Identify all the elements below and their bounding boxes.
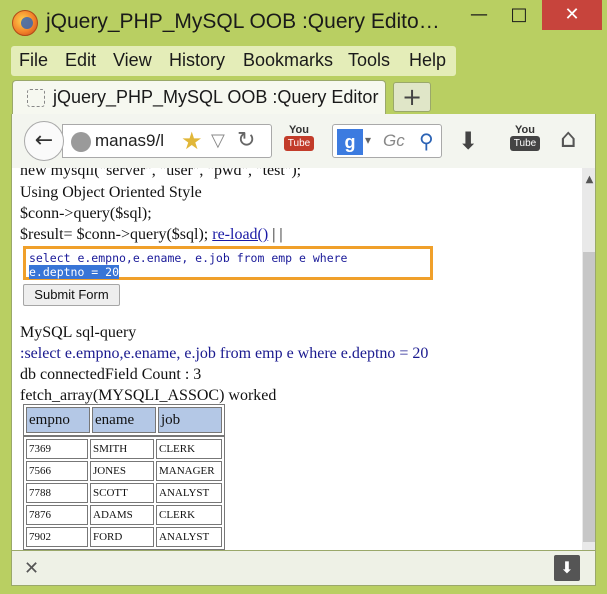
youtube-icon[interactable]: You Tube [284, 124, 314, 158]
browser-window: jQuery_PHP_MySQL OOB :Query Edito… — □ ✕… [0, 0, 607, 594]
download-arrow-icon[interactable]: ⬇ [554, 555, 580, 581]
cell-empno: 7788 [26, 483, 88, 503]
addon-bar: ✕ ⬇ [11, 550, 596, 586]
table-row: 7369 SMITH CLERK [26, 439, 222, 459]
page-content: new mysqli("server", "user", "pwd", "tes… [11, 168, 596, 550]
new-tab-button[interactable]: + [393, 82, 431, 112]
cell-ename: SCOTT [90, 483, 154, 503]
query-textarea[interactable]: select e.empno,e.ename, e.job from emp e… [23, 246, 433, 280]
bookmark-star-icon[interactable]: ★ [181, 127, 203, 155]
navigation-toolbar: manas9/l ★ ▽ ↻ ← You Tube g ▾ Gc ⚲ ⬇ You… [11, 114, 596, 168]
menu-view[interactable]: View [113, 50, 152, 71]
cell-ename: ADAMS [90, 505, 154, 525]
menu-help[interactable]: Help [409, 50, 446, 71]
cell-empno: 7566 [26, 461, 88, 481]
maximize-button[interactable]: □ [500, 0, 538, 30]
scrollbar-thumb[interactable] [583, 252, 595, 542]
separator-text: | | [272, 226, 283, 243]
menu-bar: File Edit View History Bookmarks Tools H… [11, 46, 456, 76]
cell-job: ANALYST [156, 527, 222, 547]
tab-active[interactable]: jQuery_PHP_MySQL OOB :Query Editor [12, 80, 386, 114]
menu-edit[interactable]: Edit [65, 50, 96, 71]
menu-bookmarks[interactable]: Bookmarks [243, 50, 333, 71]
cell-empno: 7876 [26, 505, 88, 525]
scroll-up-icon[interactable]: ▲ [582, 174, 595, 188]
cell-job: CLERK [156, 505, 222, 525]
table-row: 7902 FORD ANALYST [26, 527, 222, 547]
header-ename: ename [92, 407, 156, 433]
table-row: 7876 ADAMS CLERK [26, 505, 222, 525]
fetch-status-text: fetch_array(MYSQLI_ASSOC) worked [20, 387, 277, 404]
search-box[interactable]: g ▾ Gc ⚲ [332, 124, 442, 158]
minimize-button[interactable]: — [460, 0, 498, 30]
globe-icon [71, 132, 91, 152]
url-dropdown-icon[interactable]: ▽ [211, 130, 225, 151]
search-engine-dropdown-icon[interactable]: ▾ [365, 133, 371, 147]
table-row: 7566 JONES MANAGER [26, 461, 222, 481]
title-bar: jQuery_PHP_MySQL OOB :Query Edito… — □ ✕ [0, 0, 607, 44]
query-text[interactable]: select e.empno,e.ename, e.job from emp e… [29, 251, 423, 279]
url-text[interactable]: manas9/l [95, 131, 164, 151]
code-line-style: Using Object Oriented Style [20, 184, 202, 201]
reload-icon[interactable]: ↻ [237, 128, 255, 153]
cell-empno: 7369 [26, 439, 88, 459]
query-text-selected: e.deptno = 20 [29, 265, 120, 279]
query-text-part1: select e.empno,e.ename, e.job from emp e… [29, 251, 348, 265]
cell-job: ANALYST [156, 483, 222, 503]
search-icon[interactable]: ⚲ [419, 129, 434, 153]
result-table-header: empno ename job [23, 404, 225, 436]
submit-form-button[interactable]: Submit Form [23, 284, 120, 306]
window-title: jQuery_PHP_MySQL OOB :Query Edito… [46, 10, 440, 33]
field-count-text: db connectedField Count : 3 [20, 366, 202, 383]
cell-ename: JONES [90, 461, 154, 481]
google-icon[interactable]: g [337, 129, 363, 155]
sql-heading: MySQL sql-query [20, 324, 137, 341]
cell-empno: 7902 [26, 527, 88, 547]
search-input[interactable]: Gc [383, 131, 405, 151]
home-icon[interactable]: ⌂ [560, 124, 577, 154]
close-button[interactable]: ✕ [542, 0, 602, 30]
header-job: job [158, 407, 222, 433]
header-empno: empno [26, 407, 90, 433]
cell-ename: SMITH [90, 439, 154, 459]
page-favicon-icon [27, 89, 45, 107]
result-text: $result= $conn->query($sql); [20, 226, 213, 243]
back-button[interactable]: ← [24, 121, 64, 161]
menu-tools[interactable]: Tools [348, 50, 390, 71]
code-line-query: $conn->query($sql); [20, 205, 152, 222]
result-table: 7369 SMITH CLERK 7566 JONES MANAGER 7788… [23, 436, 225, 550]
cell-ename: FORD [90, 527, 154, 547]
vertical-scrollbar[interactable]: ▲ [582, 168, 595, 550]
close-addon-bar-icon[interactable]: ✕ [24, 558, 39, 579]
reload-link[interactable]: re-load() [212, 226, 268, 243]
firefox-icon[interactable] [12, 10, 38, 36]
code-line-result: $result= $conn->query($sql); re-load() |… [20, 226, 283, 244]
menu-history[interactable]: History [169, 50, 225, 71]
tab-title: jQuery_PHP_MySQL OOB :Query Editor [53, 87, 379, 107]
url-bar[interactable]: manas9/l ★ ▽ ↻ [62, 124, 272, 158]
menu-file[interactable]: File [19, 50, 48, 71]
sql-query-text: :select e.empno,e.ename, e.job from emp … [20, 345, 429, 362]
table-row: 7788 SCOTT ANALYST [26, 483, 222, 503]
code-line-connect: new mysqli("server", "user", "pwd", "tes… [20, 168, 302, 179]
download-icon[interactable]: ⬇ [458, 127, 478, 155]
youtube-shortcut-icon[interactable]: You Tube [510, 124, 540, 158]
cell-job: MANAGER [156, 461, 222, 481]
cell-job: CLERK [156, 439, 222, 459]
